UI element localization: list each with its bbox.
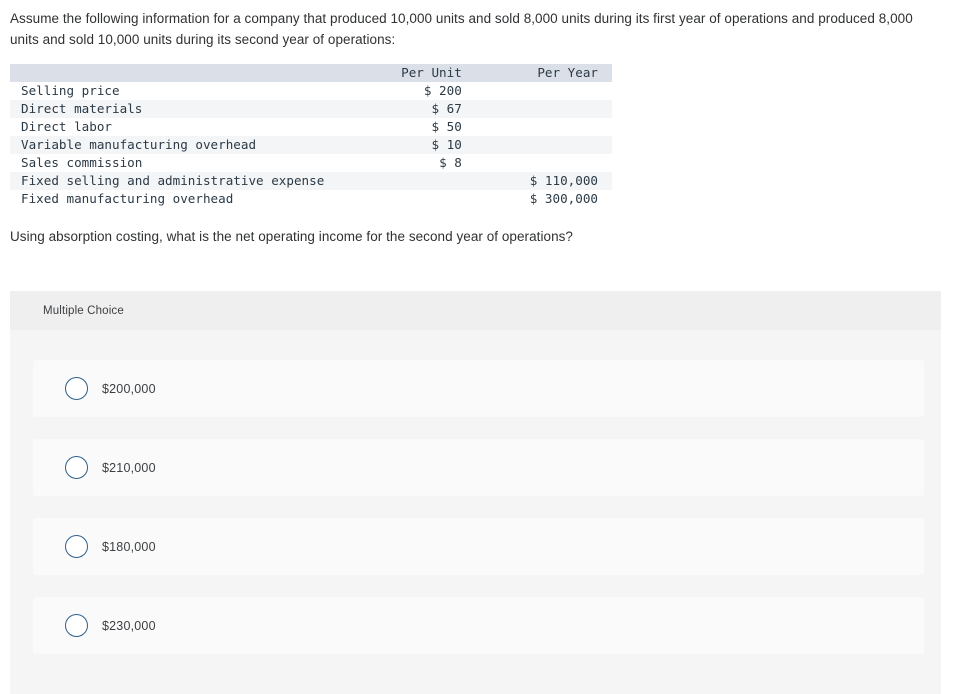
row-per-year-value [486, 154, 612, 172]
answer-panel: Multiple Choice $200,000 $210,000 $180,0… [10, 291, 941, 694]
table-row: Variable manufacturing overhead $ 10 [10, 136, 612, 154]
row-label: Fixed selling and administrative expense [21, 173, 325, 188]
row-per-unit-value: $ 67 [431, 101, 462, 116]
table-header-row: Per Unit Per Year [10, 64, 612, 82]
row-per-year-value [486, 100, 612, 118]
answer-option-3[interactable]: $180,000 [33, 518, 924, 575]
table-row: Direct labor $ 50 [10, 118, 612, 136]
answer-option-label: $180,000 [102, 539, 156, 554]
row-per-unit-value: $ 10 [431, 137, 462, 152]
table-row: Fixed manufacturing overhead $ 300,000 [10, 190, 612, 208]
table-head: Per Unit Per Year [10, 64, 612, 82]
answer-option-4[interactable]: $230,000 [33, 597, 924, 654]
table-row: Fixed selling and administrative expense… [10, 172, 612, 190]
table-body: Selling price $ 200 Direct materials $ 6… [10, 82, 612, 208]
question-prompt-text: Using absorption costing, what is the ne… [10, 229, 573, 244]
radio-button-icon[interactable] [65, 377, 88, 400]
table-row: Direct materials $ 67 [10, 100, 612, 118]
radio-button-icon[interactable] [65, 614, 88, 637]
row-label: Variable manufacturing overhead [21, 137, 257, 152]
radio-button-icon[interactable] [65, 535, 88, 558]
answer-option-1[interactable]: $200,000 [33, 360, 924, 417]
row-label: Selling price [21, 83, 120, 98]
table-row: Sales commission $ 8 [10, 154, 612, 172]
row-per-unit-value: $ 50 [431, 119, 462, 134]
radio-button-icon[interactable] [65, 456, 88, 479]
row-per-year-value [486, 136, 612, 154]
row-per-unit-value [327, 190, 486, 208]
row-label: Sales commission [21, 155, 143, 170]
row-label: Direct labor [21, 119, 112, 134]
question-type-label: Multiple Choice [43, 304, 124, 317]
row-per-year-value [486, 118, 612, 136]
answer-option-2[interactable]: $210,000 [33, 439, 924, 496]
answer-panel-header: Multiple Choice [10, 291, 941, 330]
row-per-year-value [486, 82, 612, 100]
question-intro-text: Assume the following information for a c… [10, 11, 913, 47]
column-header-per-unit: Per Unit [401, 65, 462, 80]
row-per-unit-value: $ 8 [439, 155, 462, 170]
column-header-item [10, 64, 327, 82]
answer-option-label: $210,000 [102, 460, 156, 475]
row-label: Fixed manufacturing overhead [21, 191, 234, 206]
column-header-per-year: Per Year [537, 65, 598, 80]
answer-option-label: $200,000 [102, 381, 156, 396]
table-row: Selling price $ 200 [10, 82, 612, 100]
cost-information-table: Per Unit Per Year Selling price $ 200 Di… [10, 64, 612, 208]
row-per-year-value: $ 110,000 [529, 173, 598, 188]
row-per-year-value: $ 300,000 [529, 191, 598, 206]
answer-option-label: $230,000 [102, 618, 156, 633]
row-per-unit-value: $ 200 [423, 83, 462, 98]
row-per-unit-value [327, 172, 486, 190]
row-label: Direct materials [21, 101, 143, 116]
answer-options-list: $200,000 $210,000 $180,000 $230,000 [10, 330, 941, 654]
